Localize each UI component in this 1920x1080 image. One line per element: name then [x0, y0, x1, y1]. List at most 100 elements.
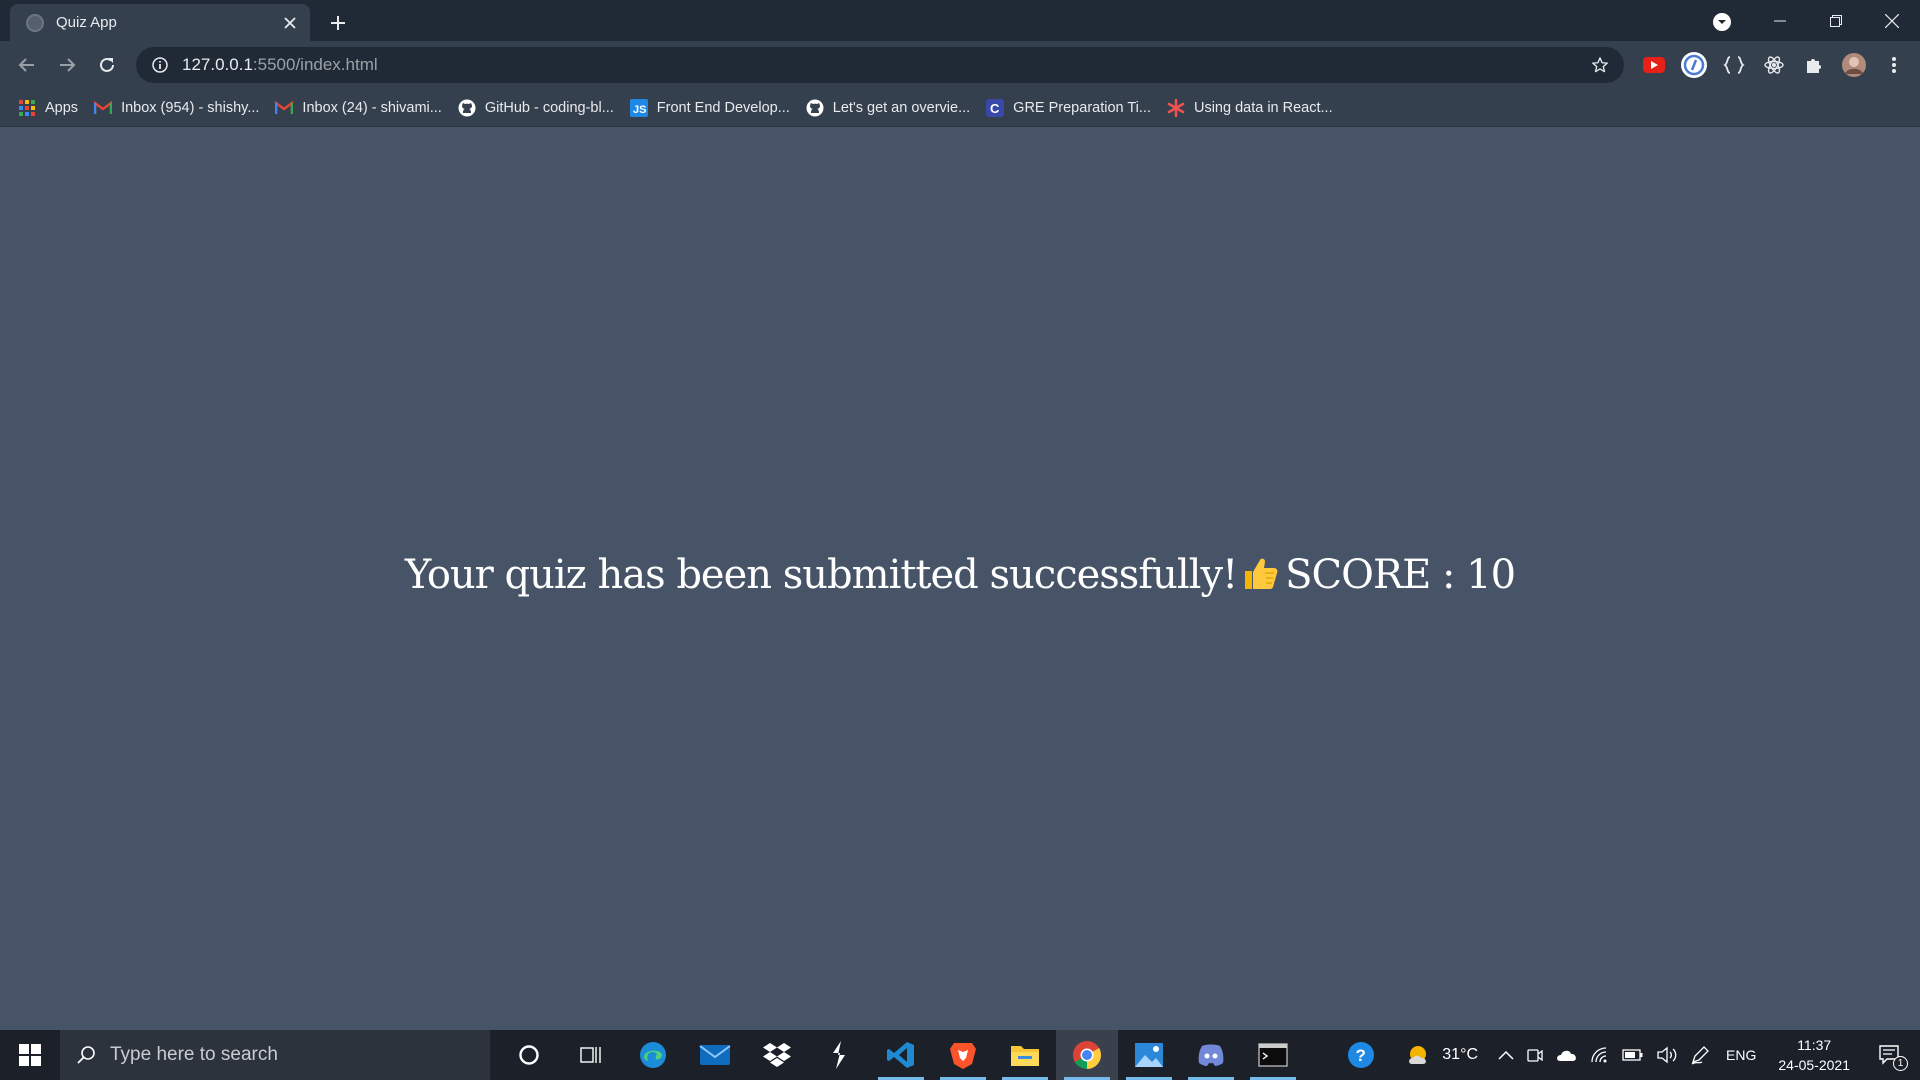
- wifi-icon: [1591, 1047, 1607, 1063]
- brave-app[interactable]: [932, 1030, 994, 1080]
- gmail-icon: [275, 99, 294, 117]
- profile-avatar-button[interactable]: [1834, 47, 1874, 83]
- browser-menu-button[interactable]: [1874, 47, 1914, 83]
- cortana-button[interactable]: [498, 1030, 560, 1080]
- back-button[interactable]: [9, 47, 45, 83]
- tab-quiz-app[interactable]: Quiz App: [10, 4, 310, 41]
- close-window-button[interactable]: [1864, 0, 1920, 41]
- vscode-app[interactable]: [870, 1030, 932, 1080]
- bookmark-label: Let's get an overvie...: [832, 99, 971, 116]
- discord-app[interactable]: [1180, 1030, 1242, 1080]
- success-message: Your quiz has been submitted successfull…: [404, 552, 1238, 598]
- start-button[interactable]: [0, 1030, 60, 1080]
- network-button[interactable]: [1584, 1030, 1616, 1080]
- onedrive-button[interactable]: [1550, 1030, 1584, 1080]
- reload-button[interactable]: [89, 47, 125, 83]
- notification-center-button[interactable]: 1: [1862, 1030, 1920, 1080]
- brave-lion-icon: [950, 1043, 976, 1069]
- address-bar[interactable]: 127.0.0.1:5500/index.html: [136, 47, 1624, 83]
- photos-app[interactable]: [1118, 1030, 1180, 1080]
- bookmark-gmail-1[interactable]: Inbox (954) - shishy...: [92, 94, 267, 122]
- svg-text:JS: JS: [633, 104, 646, 116]
- bookmark-label: GitHub - coding-bl...: [484, 99, 614, 116]
- compass-extension-button[interactable]: [1674, 47, 1714, 83]
- photos-icon: [1135, 1043, 1163, 1067]
- extensions-menu-button[interactable]: [1794, 47, 1834, 83]
- pen-icon: [1691, 1046, 1709, 1065]
- terminal-app[interactable]: [1242, 1030, 1304, 1080]
- meet-now-button[interactable]: [1520, 1030, 1550, 1080]
- youtube-extension-button[interactable]: [1634, 47, 1674, 83]
- file-explorer-app[interactable]: [994, 1030, 1056, 1080]
- bookmark-label: Front End Develop...: [656, 99, 790, 116]
- windows-taskbar: Type here to search ? 31°C ENG 11:37 24-…: [0, 1030, 1920, 1080]
- task-view-icon: [580, 1047, 601, 1063]
- vscode-icon: [887, 1042, 914, 1068]
- site-info-icon[interactable]: [150, 55, 170, 75]
- arrow-left-icon: [18, 58, 34, 72]
- sublime-app[interactable]: [808, 1030, 870, 1080]
- task-view-button[interactable]: [560, 1030, 622, 1080]
- battery-button[interactable]: [1616, 1030, 1650, 1080]
- json-extension-button[interactable]: [1714, 47, 1754, 83]
- bookmark-frontend[interactable]: JS Front End Develop...: [628, 94, 798, 122]
- weather-sun-cloud-icon: [1409, 1046, 1427, 1064]
- weather-widget[interactable]: 31°C: [1382, 1030, 1484, 1080]
- bookmark-apps[interactable]: Apps: [16, 94, 86, 122]
- bookmark-label: Apps: [45, 99, 79, 116]
- browser-toolbar: 127.0.0.1:5500/index.html: [0, 41, 1920, 89]
- dropbox-icon: [763, 1043, 791, 1067]
- bookmark-star-button[interactable]: [1588, 53, 1612, 77]
- bookmarks-bar: Apps Inbox (954) - shishy... Inbox (24) …: [0, 89, 1920, 127]
- volume-button[interactable]: [1650, 1030, 1684, 1080]
- camera-icon: [1527, 1049, 1543, 1062]
- url-path: :5500/index.html: [252, 55, 378, 74]
- new-tab-button[interactable]: [323, 8, 353, 38]
- clock[interactable]: 11:37 24-05-2021: [1766, 1030, 1862, 1080]
- language-indicator[interactable]: ENG: [1716, 1030, 1766, 1080]
- taskbar-search-box[interactable]: Type here to search: [60, 1030, 490, 1080]
- arrow-right-icon: [60, 58, 76, 72]
- extensions-area: [1634, 47, 1914, 83]
- tab-close-button[interactable]: [280, 13, 300, 33]
- score-label: SCORE : 10: [1285, 552, 1516, 598]
- url-text[interactable]: 127.0.0.1:5500/index.html: [182, 55, 1588, 75]
- tab-search-button[interactable]: [1710, 10, 1734, 34]
- clock-time: 11:37: [1797, 1037, 1832, 1053]
- close-icon: [284, 16, 296, 29]
- restore-button[interactable]: [1808, 0, 1864, 41]
- reload-icon: [100, 57, 114, 72]
- chrome-app[interactable]: [1056, 1030, 1118, 1080]
- dropbox-app[interactable]: [746, 1030, 808, 1080]
- thumbs-up-icon: [1241, 554, 1279, 602]
- show-hidden-icons-button[interactable]: [1484, 1030, 1520, 1080]
- minimize-button[interactable]: [1752, 0, 1808, 41]
- kebab-menu-icon: [1892, 57, 1896, 73]
- github-icon: [806, 99, 824, 117]
- search-placeholder: Type here to search: [110, 1044, 278, 1065]
- help-button[interactable]: ?: [1340, 1030, 1382, 1080]
- battery-icon: [1622, 1049, 1643, 1061]
- cortana-icon: [519, 1045, 539, 1065]
- tab-title: Quiz App: [56, 14, 117, 31]
- bookmark-github-2[interactable]: Let's get an overvie...: [804, 94, 978, 122]
- windows-logo-icon: [19, 1044, 41, 1066]
- search-icon: [77, 1046, 95, 1064]
- pen-workspace-button[interactable]: [1684, 1030, 1716, 1080]
- forward-button[interactable]: [49, 47, 85, 83]
- page-content: Your quiz has been submitted successfull…: [0, 127, 1920, 1030]
- bookmark-gmail-2[interactable]: Inbox (24) - shivami...: [273, 94, 449, 122]
- bookmark-github-1[interactable]: GitHub - coding-bl...: [456, 94, 622, 122]
- gmail-icon: [94, 99, 113, 117]
- react-devtools-button[interactable]: [1754, 47, 1794, 83]
- minimize-icon: [1774, 20, 1786, 21]
- react-icon: [1764, 56, 1784, 74]
- asterisk-icon: [1167, 98, 1185, 117]
- bookmark-gre[interactable]: C GRE Preparation Ti...: [984, 94, 1159, 122]
- edge-app[interactable]: [622, 1030, 684, 1080]
- svg-text:?: ?: [1356, 1046, 1366, 1065]
- mail-app[interactable]: [684, 1030, 746, 1080]
- bookmark-react-data[interactable]: Using data in React...: [1165, 94, 1341, 122]
- braces-icon: [1723, 56, 1745, 74]
- bookmark-label: GRE Preparation Ti...: [1013, 99, 1151, 116]
